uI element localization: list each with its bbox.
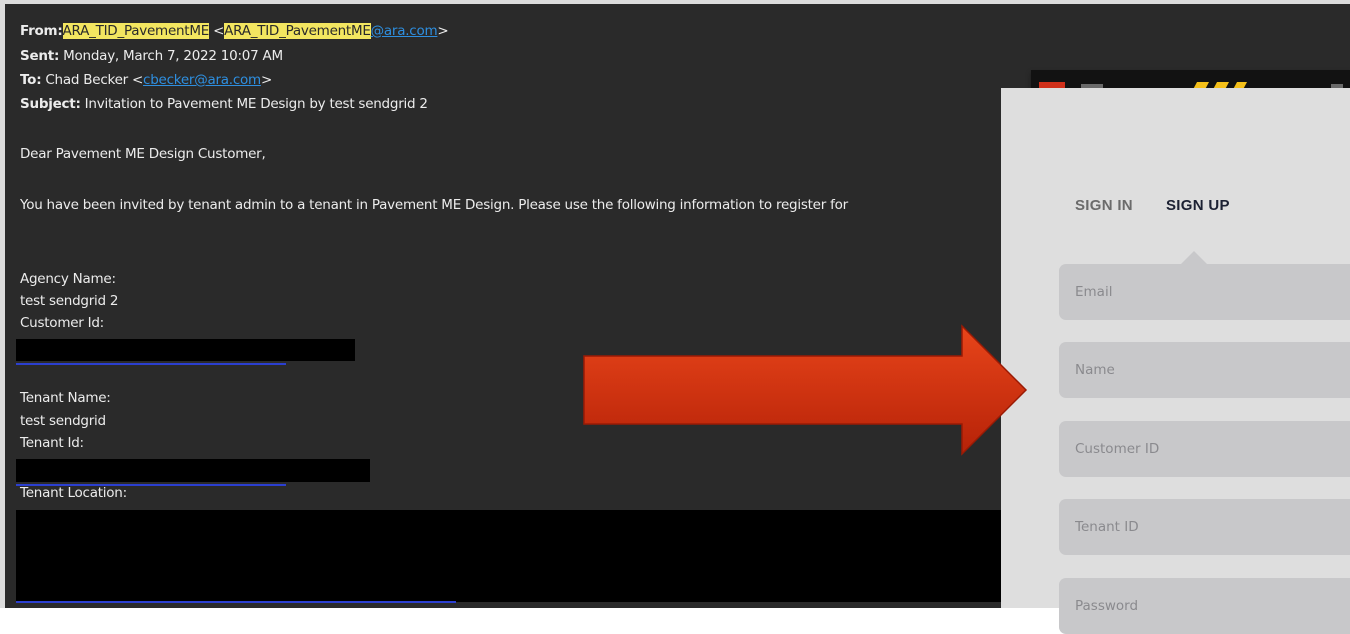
to-close: > <box>260 72 272 88</box>
email-to-line: To: Chad Becker <cbecker@ara.com> <box>20 71 272 89</box>
redacted-tenant-location <box>16 510 1006 602</box>
email-field[interactable] <box>1059 264 1350 320</box>
tenant-id-input[interactable] <box>1059 499 1350 555</box>
redaction-underline <box>16 363 286 365</box>
agency-name-label: Agency Name: <box>20 271 116 287</box>
from-label: From: <box>20 23 63 39</box>
tab-sign-up[interactable]: SIGN UP <box>1166 197 1230 214</box>
subject-label: Subject: <box>20 96 81 112</box>
tenant-location-label: Tenant Location: <box>20 485 127 501</box>
tab-sign-in[interactable]: SIGN IN <box>1075 197 1133 214</box>
sent-label: Sent: <box>20 48 60 64</box>
name-field[interactable] <box>1059 342 1350 398</box>
from-addr-open: < <box>209 23 225 39</box>
password-field[interactable] <box>1059 578 1350 634</box>
sent-value: Monday, March 7, 2022 10:07 AM <box>59 48 283 64</box>
tenant-name-label: Tenant Name: <box>20 390 111 406</box>
from-name: ARA_TID_PavementME <box>62 23 210 39</box>
email-body: You have been invited by tenant admin to… <box>20 197 848 213</box>
email-input[interactable] <box>1059 264 1350 320</box>
redacted-customer-id <box>16 339 355 361</box>
name-input[interactable] <box>1059 342 1350 398</box>
window-border-top <box>0 0 1350 4</box>
customer-id-input[interactable] <box>1059 421 1350 477</box>
redacted-tenant-id <box>16 459 370 482</box>
customer-id-label: Customer Id: <box>20 315 104 331</box>
tenant-name-value: test sendgrid <box>20 413 106 429</box>
to-name: Chad Becker < <box>41 72 144 88</box>
redaction-underline <box>16 601 456 603</box>
agency-name-value: test sendgrid 2 <box>20 293 119 309</box>
tenant-id-label: Tenant Id: <box>20 435 84 451</box>
tenant-id-field[interactable] <box>1059 499 1350 555</box>
customer-id-field[interactable] <box>1059 421 1350 477</box>
to-addr-link[interactable]: cbecker@ara.com <box>143 72 261 88</box>
from-addr-link[interactable]: @ara.com <box>371 23 438 39</box>
window-border-left <box>0 0 5 608</box>
to-label: To: <box>20 72 42 88</box>
email-from-line: From:ARA_TID_PavementME <ARA_TID_Pavemen… <box>20 22 449 40</box>
from-addr-local: ARA_TID_PavementME <box>224 23 371 39</box>
subject-value: Invitation to Pavement ME Design by test… <box>80 96 428 112</box>
email-greeting: Dear Pavement ME Design Customer, <box>20 146 266 162</box>
active-tab-caret-icon <box>1181 251 1207 264</box>
email-sent-line: Sent: Monday, March 7, 2022 10:07 AM <box>20 47 283 65</box>
password-input[interactable] <box>1059 578 1350 634</box>
from-addr-close: > <box>437 23 449 39</box>
email-subject-line: Subject: Invitation to Pavement ME Desig… <box>20 95 428 113</box>
